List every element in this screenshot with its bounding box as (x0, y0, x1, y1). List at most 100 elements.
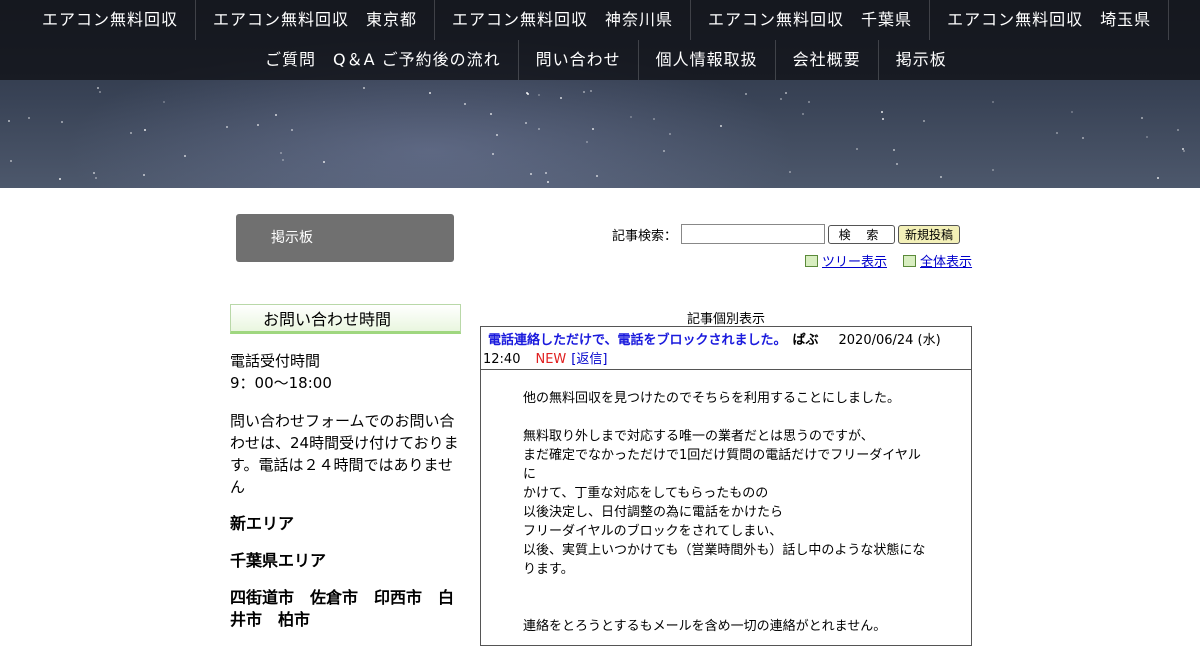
star-decoration (590, 90, 592, 92)
star-decoration (545, 172, 547, 174)
star-decoration (8, 120, 10, 122)
post-line: 以後、実質上いつかけても（営業時間外も）話し中のような状態にな (523, 543, 926, 558)
post-title: 電話連絡しただけで、電話をブロックされました。 (488, 333, 787, 348)
city-list: 四街道市 佐倉市 印西市 白井市 柏市 (230, 588, 455, 629)
star-decoration (669, 133, 671, 135)
star-decoration (28, 117, 30, 119)
star-decoration (61, 121, 63, 123)
star-decoration (881, 111, 883, 113)
nav2-item-1[interactable]: 問い合わせ (519, 40, 639, 80)
post-time: 12:40 (483, 352, 521, 367)
nav1-item-2[interactable]: エアコン無料回収 神奈川県 (435, 0, 692, 40)
star-decoration (1177, 129, 1179, 131)
nav2-item-4[interactable]: 掲示板 (879, 40, 964, 80)
star-decoration (99, 91, 101, 93)
sidebar-hours: 電話受付時間 9：00～18:00 (230, 350, 461, 394)
star-decoration (785, 92, 787, 94)
star-decoration (1183, 150, 1185, 152)
post-line: フリーダイヤルのブロックをされてしまい、 (523, 524, 783, 539)
phone-hours-label: 電話受付時間 (230, 352, 321, 370)
star-decoration (780, 98, 782, 100)
list-view-icon (903, 254, 917, 267)
star-decoration (583, 91, 585, 93)
star-decoration (226, 126, 228, 128)
star-decoration (275, 114, 277, 116)
star-decoration (1082, 137, 1084, 139)
post-line: 連絡をとろうとするもメールを含め一切の連絡がとれません。 (523, 619, 887, 634)
tree-view-label[interactable]: ツリー表示 (822, 251, 887, 270)
post-author: ぱぶ (792, 333, 819, 348)
all-view-label[interactable]: 全体表示 (920, 251, 972, 270)
post-line: まだ確定でなかっただけで1回だけ質問の電話だけでフリーダイヤル (523, 448, 921, 463)
hero-banner: エアコン無料回収 エアコン無料回収 東京都 エアコン無料回収 神奈川県 エアコン無料回… (0, 0, 1200, 188)
star-decoration (363, 87, 365, 89)
post-line (523, 598, 929, 617)
nav2-item-2[interactable]: 個人情報取扱 (639, 40, 776, 80)
post-body: 他の無料回収を見つけたのでそちらを利用することにしました。 無料取り外しまで対応… (481, 370, 971, 636)
star-decoration (429, 92, 431, 94)
star-decoration (492, 153, 494, 155)
star-decoration (992, 169, 994, 171)
star-decoration (940, 176, 942, 178)
post-line: 以後決定し、日付調整の為に電話をかけたら (523, 505, 784, 520)
new-post-button[interactable]: 新規投稿 (898, 224, 961, 244)
nav1-item-0[interactable]: エアコン無料回収 (25, 0, 197, 40)
sidebar-heading: お問い合わせ時間 (230, 304, 461, 334)
star-decoration (856, 148, 858, 150)
star-decoration (530, 173, 532, 175)
star-decoration (560, 97, 562, 99)
star-decoration (291, 129, 293, 131)
star-decoration (144, 129, 146, 131)
star-decoration (630, 116, 632, 118)
star-decoration (789, 171, 791, 173)
post-line: に (523, 467, 537, 482)
star-decoration (896, 163, 898, 165)
nav1-item-1[interactable]: エアコン無料回収 東京都 (196, 0, 436, 40)
new-badge: NEW (535, 352, 567, 367)
star-decoration (653, 118, 655, 120)
nav-row-1: エアコン無料回収 エアコン無料回収 東京都 エアコン無料回収 神奈川県 エアコン無料回… (25, 0, 1170, 40)
star-decoration (663, 150, 665, 152)
section-tab-bbs[interactable]: 掲示板 (236, 214, 454, 262)
star-decoration (95, 177, 97, 179)
star-decoration (720, 125, 722, 127)
star-decoration (496, 134, 498, 136)
star-decoration (586, 141, 588, 143)
star-decoration (97, 87, 99, 89)
search-button[interactable]: 検 索 (828, 224, 896, 244)
star-decoration (59, 178, 61, 180)
star-decoration (10, 160, 12, 162)
star-decoration (1141, 117, 1143, 119)
search-bar: 記事検索： 検 索 新規投稿 (612, 224, 961, 244)
phone-hours-time: 9：00～18:00 (230, 374, 332, 392)
star-decoration (323, 161, 325, 163)
tree-view-link[interactable]: ツリー表示 (805, 251, 887, 270)
star-decoration (808, 101, 810, 103)
reply-link[interactable]: [返信] (571, 352, 607, 367)
star-decoration (130, 132, 132, 134)
nav1-item-4[interactable]: エアコン無料回収 埼玉県 (930, 0, 1170, 40)
star-decoration (592, 128, 594, 130)
star-decoration (257, 124, 259, 126)
nav2-item-0[interactable]: ご質問 Q＆A ご予約後の流れ (248, 40, 519, 80)
all-view-link[interactable]: 全体表示 (903, 251, 972, 270)
star-decoration (923, 120, 925, 122)
post-line (523, 579, 929, 598)
star-decoration (163, 101, 165, 103)
post-line: 他の無料回収を見つけたのでそちらを利用することにしました。 (523, 391, 901, 406)
star-decoration (1146, 136, 1148, 138)
sidebar: お問い合わせ時間 電話受付時間 9：00～18:00 問い合わせフォームでのお問… (230, 304, 461, 631)
post-line: 無料取り外しまで対応する唯一の業者だとは思うのですが、 (523, 429, 874, 444)
star-decoration (526, 92, 528, 94)
star-decoration (280, 152, 282, 154)
nav1-item-3[interactable]: エアコン無料回収 千葉県 (691, 0, 931, 40)
post-date: 2020/06/24 (水) (838, 333, 941, 348)
star-decoration (538, 128, 540, 130)
star-decoration (547, 181, 549, 183)
star-decoration (596, 175, 598, 177)
main-nav: エアコン無料回収 エアコン無料回収 東京都 エアコン無料回収 神奈川県 エアコン無料回… (0, 0, 1200, 80)
post-line (523, 408, 929, 427)
search-input[interactable] (681, 224, 826, 244)
nav2-item-3[interactable]: 会社概要 (776, 40, 879, 80)
form-note: 問い合わせフォームでのお問い合わせは、24時間受け付けております。電話は２４時間… (230, 412, 459, 496)
